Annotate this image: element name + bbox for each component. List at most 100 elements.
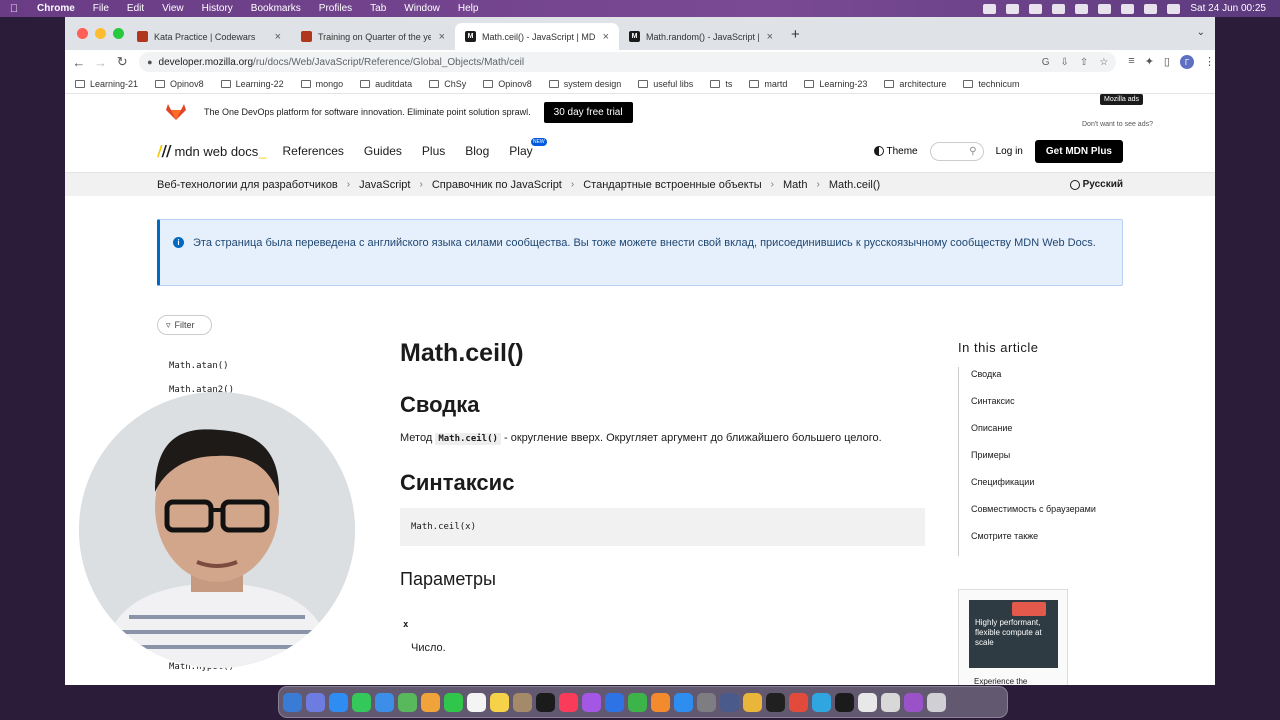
spotlight-search-icon[interactable]: [1144, 3, 1158, 14]
apple-icon[interactable]: : [0, 3, 28, 15]
breadcrumb-item[interactable]: JavaScript ›: [359, 179, 432, 191]
mdn-logo[interactable]: /// mdn web docs _: [157, 142, 267, 160]
launchpad-icon[interactable]: [306, 692, 325, 712]
breadcrumb-item[interactable]: Math ›: [783, 179, 829, 191]
trash-icon[interactable]: [927, 692, 946, 712]
toc-item[interactable]: Описание: [959, 421, 1158, 448]
vscode-icon[interactable]: [720, 692, 739, 712]
apple-tv-icon[interactable]: [536, 692, 555, 712]
bookmark-folder[interactable]: auditdata: [360, 79, 412, 89]
facetime-icon[interactable]: [444, 692, 463, 712]
window-preview-icon[interactable]: [858, 692, 877, 712]
tab-mdn-random[interactable]: M Math.random() - JavaScript | M ×: [619, 23, 783, 50]
menu-bookmarks[interactable]: Bookmarks: [242, 3, 310, 14]
notes-icon[interactable]: [490, 692, 509, 712]
status-app-icon-3[interactable]: [1052, 3, 1066, 14]
toc-item[interactable]: Примеры: [959, 448, 1158, 475]
toc-item[interactable]: Спецификации: [959, 475, 1158, 502]
profile-avatar[interactable]: Г: [1179, 55, 1194, 69]
mozilla-ads-badge[interactable]: Mozilla ads: [1099, 94, 1143, 105]
close-window-button[interactable]: [77, 28, 88, 39]
toc-item[interactable]: Смотрите также: [959, 529, 1158, 556]
tab-codewars-training[interactable]: Training on Quarter of the year ×: [291, 23, 455, 50]
sidebar-filter-button[interactable]: ▿ Filter: [157, 315, 212, 335]
bookmark-folder[interactable]: technicum: [963, 79, 1019, 89]
get-mdn-plus-button[interactable]: Get MDN Plus: [1034, 139, 1123, 163]
gear-status-icon[interactable]: [983, 3, 997, 14]
mail-icon[interactable]: [375, 692, 394, 712]
bookmark-folder[interactable]: Learning-21: [75, 79, 138, 89]
share-icon[interactable]: ⇧: [1080, 57, 1088, 68]
heading-parameters[interactable]: Параметры: [400, 569, 925, 590]
wifi-icon[interactable]: [1121, 3, 1135, 14]
control-center-icon[interactable]: [1167, 3, 1181, 14]
bookmark-folder[interactable]: ts: [710, 79, 732, 89]
terminal-icon[interactable]: [766, 692, 785, 712]
heading-syntax[interactable]: Синтаксис: [400, 470, 925, 496]
reminders-icon[interactable]: [513, 692, 532, 712]
safari-icon[interactable]: [329, 692, 348, 712]
toc-item[interactable]: Сводка: [959, 367, 1158, 394]
system-settings-icon[interactable]: [697, 692, 716, 712]
numbers-icon[interactable]: [628, 692, 647, 712]
language-switcher[interactable]: Русский: [1069, 179, 1123, 190]
messages-icon[interactable]: [352, 692, 371, 712]
bookmark-folder[interactable]: Learning-23: [804, 79, 867, 89]
reload-icon[interactable]: ↻: [111, 54, 133, 70]
menu-clock[interactable]: Sat 24 Jun 00:25: [1190, 3, 1266, 14]
site-search-input[interactable]: ⚲: [929, 141, 984, 161]
dont-want-ads-link[interactable]: Don't want to see ads?: [1082, 121, 1153, 128]
nav-play[interactable]: Play NEW: [509, 138, 547, 158]
chrome-icon[interactable]: [743, 692, 762, 712]
back-arrow-icon[interactable]: ←: [68, 55, 90, 70]
pages-icon[interactable]: [651, 692, 670, 712]
app-store-icon[interactable]: [674, 692, 693, 712]
google-icon[interactable]: G: [1042, 57, 1050, 68]
calendar-icon[interactable]: [467, 692, 486, 712]
new-tab-icon[interactable]: +: [791, 26, 800, 43]
tab-codewars-kata[interactable]: Kata Practice | Codewars ×: [127, 23, 291, 50]
sidebar-item-math-atan[interactable]: Math.atan(): [169, 361, 229, 371]
menu-window[interactable]: Window: [395, 3, 449, 14]
bookmark-folder[interactable]: Opinov8: [483, 79, 532, 89]
finder-icon[interactable]: [283, 692, 302, 712]
close-tab-icon[interactable]: ×: [767, 31, 773, 43]
tab-search-chevron-icon[interactable]: ⌄: [1197, 27, 1205, 38]
maps-icon[interactable]: [398, 692, 417, 712]
zoom-window-button[interactable]: [113, 28, 124, 39]
photos-icon[interactable]: [421, 692, 440, 712]
bookmark-folder[interactable]: martd: [749, 79, 787, 89]
status-app-icon-2[interactable]: [1029, 3, 1043, 14]
menu-edit[interactable]: Edit: [118, 3, 153, 14]
nav-references[interactable]: References: [283, 144, 344, 158]
extension-icon[interactable]: ≡: [1128, 55, 1134, 69]
breadcrumb-item[interactable]: Стандартные встроенные объекты ›: [583, 179, 783, 191]
bookmark-folder[interactable]: Learning-22: [220, 79, 284, 89]
sidebar-icon[interactable]: ▯: [1164, 55, 1170, 69]
extensions-puzzle-icon[interactable]: ✦: [1145, 55, 1154, 69]
syntax-code-block[interactable]: Math.ceil(x): [400, 508, 925, 546]
menu-app-name[interactable]: Chrome: [28, 3, 84, 14]
bookmark-folder[interactable]: architecture: [884, 79, 946, 89]
free-trial-button[interactable]: 30 day free trial: [543, 101, 633, 123]
breadcrumb-item[interactable]: Веб-технологии для разработчиков ›: [157, 179, 359, 191]
menu-profiles[interactable]: Profiles: [310, 3, 361, 14]
lock-icon[interactable]: ●: [147, 57, 152, 67]
close-tab-icon[interactable]: ×: [275, 31, 281, 43]
bookmark-folder[interactable]: system design: [548, 79, 621, 89]
close-tab-icon[interactable]: ×: [603, 31, 609, 43]
keynote-icon[interactable]: [605, 692, 624, 712]
app-icon-2[interactable]: [835, 692, 854, 712]
podcasts-icon[interactable]: [582, 692, 601, 712]
battery-icon[interactable]: [1098, 3, 1112, 14]
forward-arrow-icon[interactable]: →: [90, 55, 112, 70]
music-icon[interactable]: [559, 692, 578, 712]
menu-help[interactable]: Help: [449, 3, 488, 14]
status-app-icon[interactable]: [1006, 3, 1020, 14]
nav-guides[interactable]: Guides: [364, 144, 402, 158]
bookmark-star-icon[interactable]: ☆: [1099, 57, 1108, 68]
toc-item[interactable]: Синтаксис: [959, 394, 1158, 421]
address-bar[interactable]: ● developer.mozilla.org/ru/docs/Web/Java…: [139, 52, 1117, 72]
bookmark-folder[interactable]: ChSy: [429, 79, 466, 89]
menu-history[interactable]: History: [193, 3, 242, 14]
